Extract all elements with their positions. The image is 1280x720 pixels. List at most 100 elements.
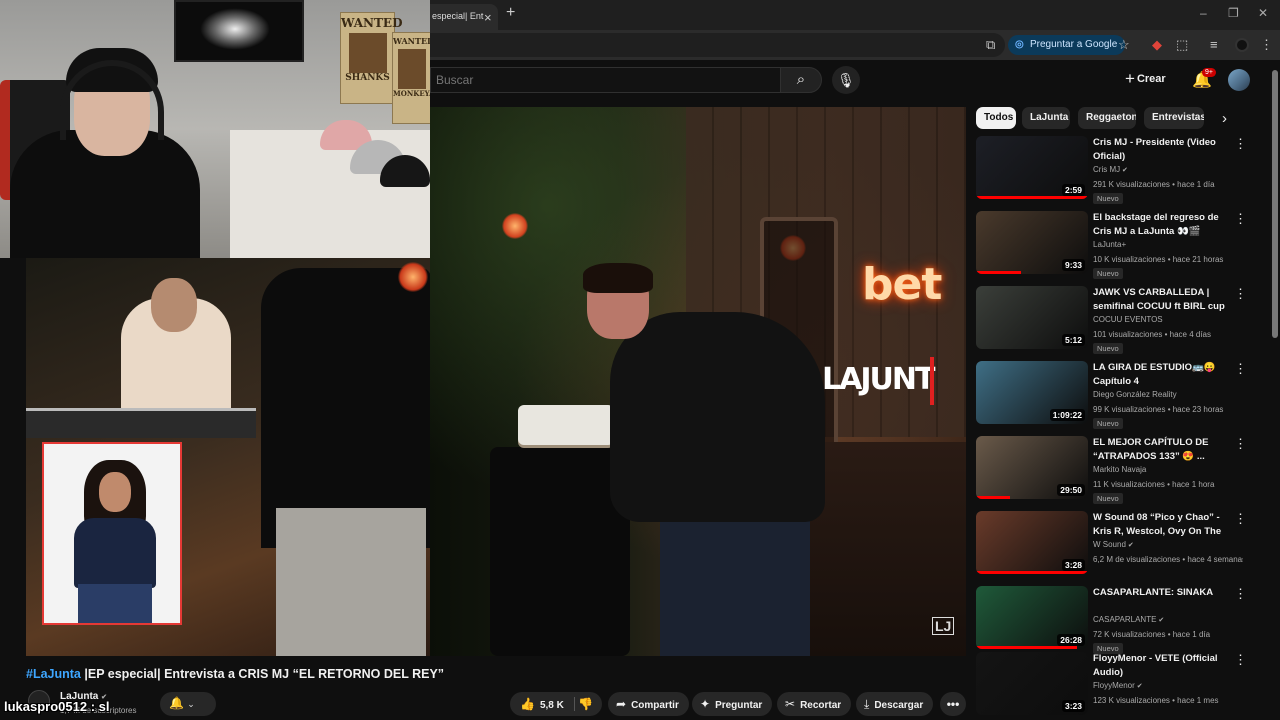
recommendation-title[interactable]: Cris MJ - Presidente (Video Oficial) xyxy=(1093,136,1233,164)
cast-icon[interactable]: ⧉ xyxy=(986,37,995,53)
restore-icon[interactable]: ❐ xyxy=(1228,6,1239,20)
recommendation-title[interactable]: FloyyMenor - VETE (Official Audio) xyxy=(1093,652,1233,680)
chip-3[interactable]: Entrevistas p xyxy=(1144,107,1204,129)
download-label: Descargar xyxy=(874,700,924,711)
recommendation-thumbnail[interactable]: 29:50 xyxy=(976,436,1088,499)
page-scrollbar[interactable] xyxy=(1272,70,1278,338)
recommendation-thumbnail[interactable]: 26:28 xyxy=(976,586,1088,649)
more-actions-button[interactable]: ••• xyxy=(940,692,966,716)
create-button[interactable]: + Crear xyxy=(1125,69,1166,89)
recommendation-item[interactable]: 26:28 CASAPARLANTE: SINAKA CASAPARLANTE ✔ 7… xyxy=(976,586,1266,656)
recommendation-thumbnail[interactable]: 9:33 xyxy=(976,211,1088,274)
recommendation-thumbnail[interactable]: 2:59 xyxy=(976,136,1088,199)
more-vertical-icon[interactable]: ⋮ xyxy=(1234,361,1247,377)
browser-profile-avatar[interactable] xyxy=(1235,38,1249,52)
video-scene-table xyxy=(490,447,630,656)
streamer-webcam: WANTED SHANKS WANTED MONKEY.D xyxy=(0,0,430,258)
recommendation-item[interactable]: 2:59 Cris MJ - Presidente (Video Oficial)… xyxy=(976,136,1266,206)
recommendation-title[interactable]: EL MEJOR CAPÍTULO DE “ATRAPADOS 133” 😍 .… xyxy=(1093,436,1233,464)
recommendation-item[interactable]: 3:23 FloyyMenor - VETE (Official Audio) Fl… xyxy=(976,652,1266,720)
recommendation-title[interactable]: JAWK VS CARBALLEDA | semifinal COCUU ft … xyxy=(1093,286,1233,314)
chip-0[interactable]: Todos xyxy=(976,107,1016,129)
share-icon: ➦ xyxy=(616,697,627,711)
ask-button[interactable]: ✦ Preguntar xyxy=(692,692,773,716)
like-dislike-group: 👍 5,8 K 👎 xyxy=(510,692,602,716)
recommendation-item[interactable]: 1:09:22 LA GIRA DE ESTUDIO🚌😛 Capítulo 4 Di… xyxy=(976,361,1266,431)
recommendation-title[interactable]: El backstage del regreso de Cris MJ a La… xyxy=(1093,211,1233,239)
subscription-bell-button[interactable]: 🔔 ⌄ xyxy=(160,692,216,716)
recommendation-meta: 123 K visualizaciones • hace 1 mes xyxy=(1093,696,1219,705)
watch-progress-bar xyxy=(976,571,1088,574)
new-tab-icon[interactable]: + xyxy=(506,4,515,22)
recommendation-channel[interactable]: Diego González Reality xyxy=(1093,390,1177,399)
tab-title: especial| Ent xyxy=(432,11,484,21)
video-scene-cake xyxy=(518,405,614,445)
clip-button[interactable]: ✂ Recortar xyxy=(777,692,852,716)
recommendation-item[interactable]: 3:28 W Sound 08 “Pico y Chao” - Kris R, W… xyxy=(976,511,1266,581)
recommendation-item[interactable]: 9:33 El backstage del regreso de Cris MJ … xyxy=(976,211,1266,281)
recommendation-meta: 291 K visualizaciones • hace 1 día xyxy=(1093,180,1215,189)
notification-count-badge: 9+ xyxy=(1202,68,1216,77)
verified-icon: ✔ xyxy=(1134,683,1143,690)
dislike-button[interactable]: 👎 xyxy=(578,692,593,716)
more-vertical-icon[interactable]: ⋮ xyxy=(1234,586,1247,602)
recommendation-title[interactable]: LA GIRA DE ESTUDIO🚌😛 Capítulo 4 xyxy=(1093,361,1233,389)
watch-progress-bar xyxy=(976,196,1088,199)
browser-tab[interactable]: especial| Ent × xyxy=(430,4,498,30)
recommendation-title[interactable]: W Sound 08 “Pico y Chao” - Kris R, Westc… xyxy=(1093,511,1233,539)
download-button[interactable]: ⤓ Descargar xyxy=(856,692,934,716)
chip-1[interactable]: LaJunta xyxy=(1022,107,1070,129)
recommendation-channel-name: FloyyMenor xyxy=(1093,681,1135,690)
wanted-poster-name: MONKEY.D xyxy=(393,89,430,98)
share-button[interactable]: ➦ Compartir xyxy=(608,692,689,716)
recommendation-channel[interactable]: FloyyMenor ✔ xyxy=(1093,681,1143,690)
recommendation-title[interactable]: CASAPARLANTE: SINAKA xyxy=(1093,586,1233,600)
account-avatar[interactable] xyxy=(1228,69,1250,91)
recommendation-thumbnail[interactable]: 1:09:22 xyxy=(976,361,1088,424)
search-button[interactable]: ⌕ xyxy=(780,67,822,93)
recommendation-thumbnail[interactable]: 3:23 xyxy=(976,652,1088,715)
video-player[interactable]: bet LAJUNT LJ xyxy=(430,107,966,656)
voice-search-button[interactable]: 🎙 xyxy=(832,66,860,94)
extensions-puzzle-icon[interactable]: ⬚ xyxy=(1176,37,1188,53)
bookmark-star-icon[interactable]: ☆ xyxy=(1118,37,1130,53)
close-tab-icon[interactable]: × xyxy=(484,10,492,25)
recommendation-channel[interactable]: CASAPARLANTE ✔ xyxy=(1093,615,1164,624)
ask-google-button[interactable]: ◎ Preguntar a Google xyxy=(1008,35,1126,55)
like-button[interactable]: 👍 5,8 K xyxy=(520,692,564,718)
recommendation-channel[interactable]: W Sound ✔ xyxy=(1093,540,1134,549)
wanted-poster-heading: WANTED xyxy=(393,36,430,46)
browser-menu-icon[interactable]: ⋮ xyxy=(1260,37,1273,53)
more-vertical-icon[interactable]: ⋮ xyxy=(1234,436,1247,452)
media-control-icon[interactable]: ≡ xyxy=(1210,37,1218,52)
recommendation-thumbnail[interactable]: 5:12 xyxy=(976,286,1088,349)
address-bar[interactable] xyxy=(430,33,1005,57)
duration-badge: 9:33 xyxy=(1061,259,1085,271)
sign-language-interpreter xyxy=(42,442,182,625)
ask-label: Preguntar xyxy=(715,700,763,711)
search-input[interactable] xyxy=(430,67,780,93)
more-vertical-icon[interactable]: ⋮ xyxy=(1234,136,1247,152)
more-vertical-icon[interactable]: ⋮ xyxy=(1234,286,1247,302)
more-vertical-icon[interactable]: ⋮ xyxy=(1234,211,1247,227)
more-vertical-icon[interactable]: ⋮ xyxy=(1234,511,1247,527)
recommendation-thumbnail[interactable]: 3:28 xyxy=(976,511,1088,574)
recommendation-meta: 101 visualizaciones • hace 4 días xyxy=(1093,330,1211,339)
title-hashtag-link[interactable]: #LaJunta xyxy=(26,667,81,681)
google-lens-icon: ◎ xyxy=(1015,39,1024,50)
recommendation-item[interactable]: 5:12 JAWK VS CARBALLEDA | semifinal COCUU… xyxy=(976,286,1266,356)
recommendation-channel[interactable]: LaJunta+ xyxy=(1093,240,1126,249)
recommendation-item[interactable]: 29:50 EL MEJOR CAPÍTULO DE “ATRAPADOS 133… xyxy=(976,436,1266,506)
chip-2[interactable]: Reggaeton xyxy=(1078,107,1136,129)
chevron-right-icon[interactable]: › xyxy=(1222,110,1227,127)
extension-icon[interactable]: ◆ xyxy=(1152,37,1162,53)
download-icon: ⤓ xyxy=(864,697,870,711)
video-scene-person xyxy=(610,312,825,522)
new-badge: Nuevo xyxy=(1093,343,1123,354)
close-window-icon[interactable]: ✕ xyxy=(1258,6,1268,20)
recommendation-channel[interactable]: COCUU EVENTOS xyxy=(1093,315,1163,324)
recommendation-channel[interactable]: Cris MJ ✔ xyxy=(1093,165,1128,174)
minimize-icon[interactable]: – xyxy=(1200,6,1207,20)
recommendation-channel[interactable]: Markito Navaja xyxy=(1093,465,1146,474)
more-vertical-icon[interactable]: ⋮ xyxy=(1234,652,1247,668)
